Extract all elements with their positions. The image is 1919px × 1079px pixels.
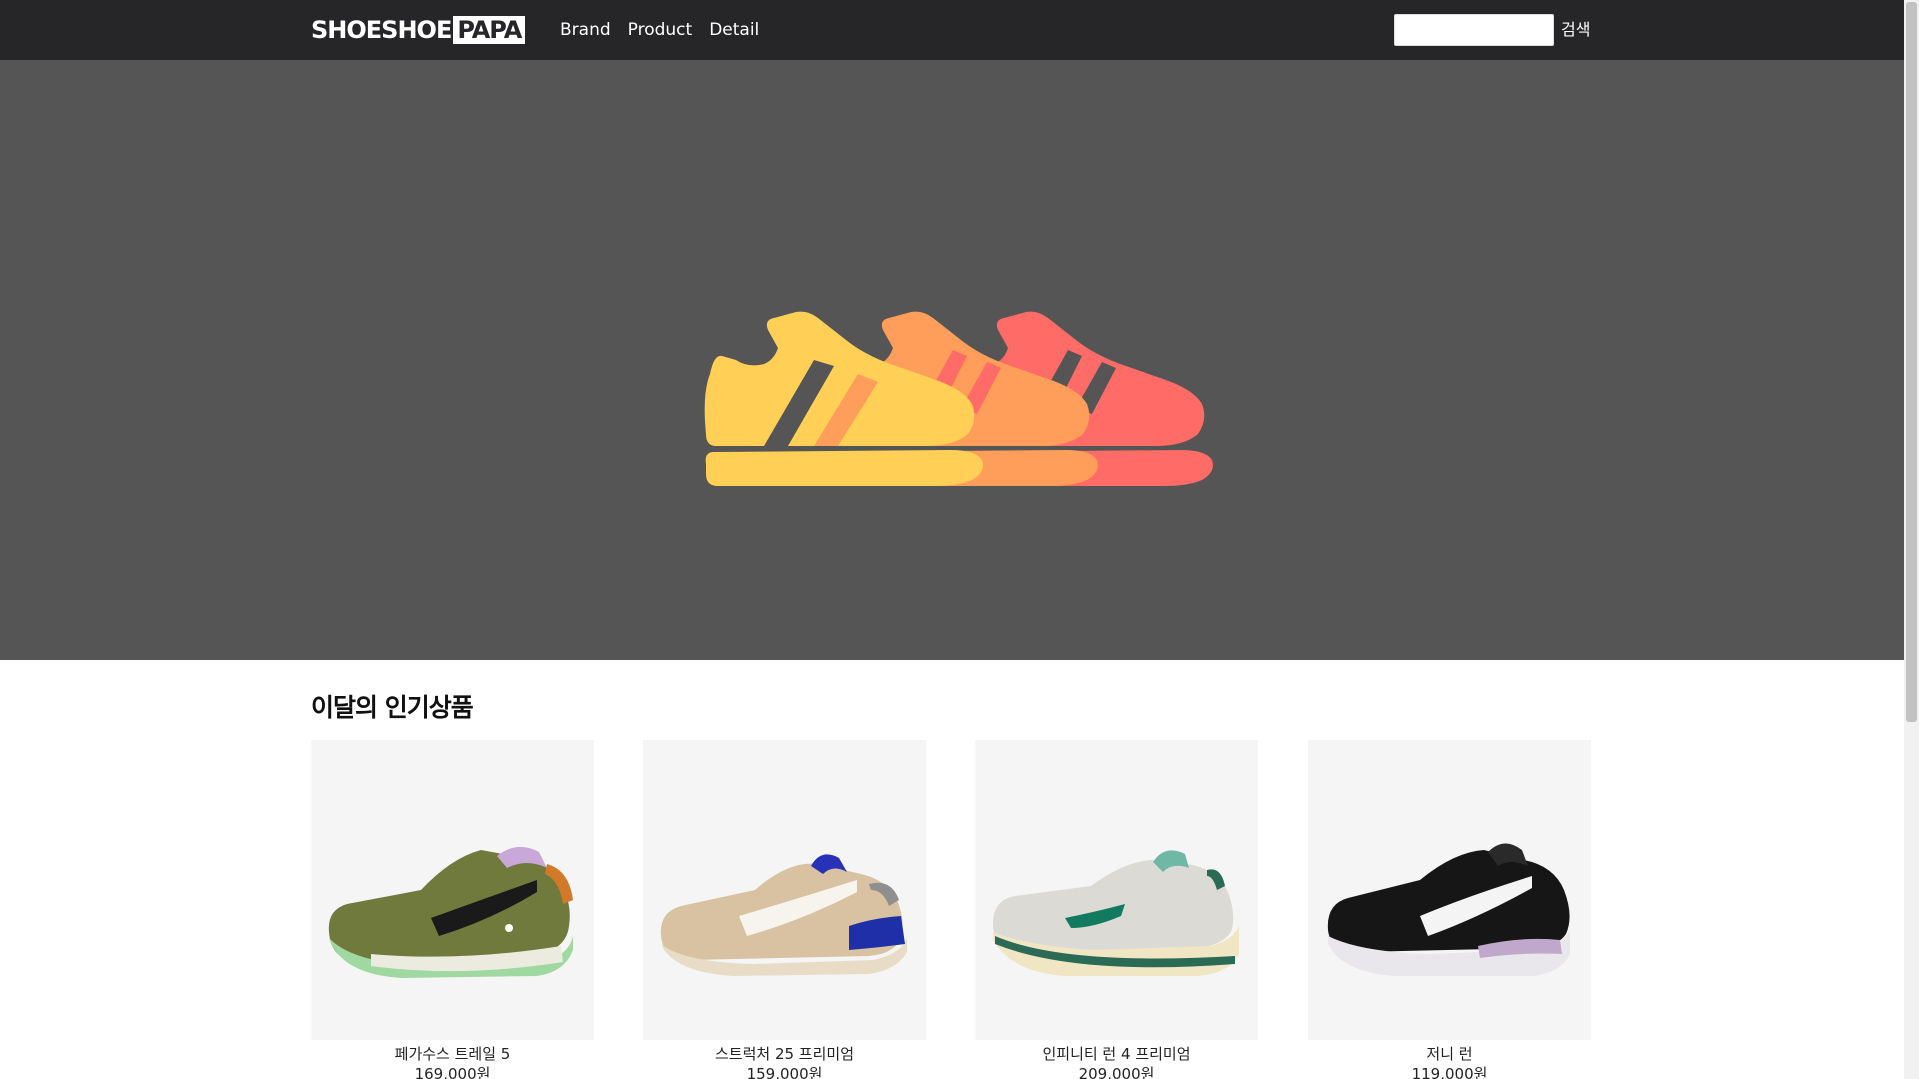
page-scrollbar[interactable] (1904, 0, 1919, 1079)
product-price: 169,000원 (414, 1065, 491, 1079)
product-name: 스트럭처 25 프리미엄 (714, 1045, 855, 1063)
brand-logo-text: SHOESHOE (311, 16, 452, 44)
top-navbar: SHOESHOE PAPA Brand Product Detail 검색 (0, 0, 1904, 60)
nav-links: Brand Product Detail (560, 0, 776, 60)
olive-running-shoe-icon (328, 846, 573, 978)
product-name: 페가수스 트레일 5 (394, 1045, 511, 1063)
brand-logo[interactable]: SHOESHOE PAPA (311, 14, 526, 46)
page: SHOESHOE PAPA Brand Product Detail 검색 이달… (0, 0, 1919, 1079)
sneakers-icon (704, 311, 1213, 486)
product-image[interactable] (311, 740, 594, 1040)
product-card[interactable]: 인피니티 런 4 프리미엄 209,000원 (975, 740, 1258, 1079)
product-card[interactable]: 페가수스 트레일 5 169,000원 (311, 740, 594, 1079)
brand-logo-badge: PAPA (453, 16, 526, 44)
hero-banner (0, 60, 1904, 660)
black-running-shoe-icon (1327, 843, 1570, 976)
white-green-running-shoe-icon (993, 850, 1239, 976)
product-image[interactable] (975, 740, 1258, 1040)
product-card[interactable]: 스트럭처 25 프리미엄 159,000원 (643, 740, 926, 1079)
search-button[interactable]: 검색 (1561, 14, 1590, 46)
product-image[interactable] (643, 740, 926, 1040)
product-image[interactable] (1308, 740, 1591, 1040)
product-price: 119,000원 (1411, 1065, 1488, 1079)
nav-link-product[interactable]: Product (628, 20, 693, 40)
search-input[interactable] (1394, 14, 1554, 46)
section-title: 이달의 인기상품 (311, 693, 474, 722)
product-price: 209,000원 (1078, 1065, 1155, 1079)
product-name: 인피니티 런 4 프리미엄 (1042, 1045, 1191, 1063)
product-card[interactable]: 저니 런 119,000원 (1308, 740, 1591, 1079)
beige-running-shoe-icon (660, 854, 907, 976)
product-price: 159,000원 (746, 1065, 823, 1079)
nav-link-brand[interactable]: Brand (560, 20, 611, 40)
scrollbar-thumb[interactable] (1906, 2, 1917, 722)
nav-link-detail[interactable]: Detail (709, 20, 759, 40)
product-name: 저니 런 (1426, 1045, 1473, 1063)
